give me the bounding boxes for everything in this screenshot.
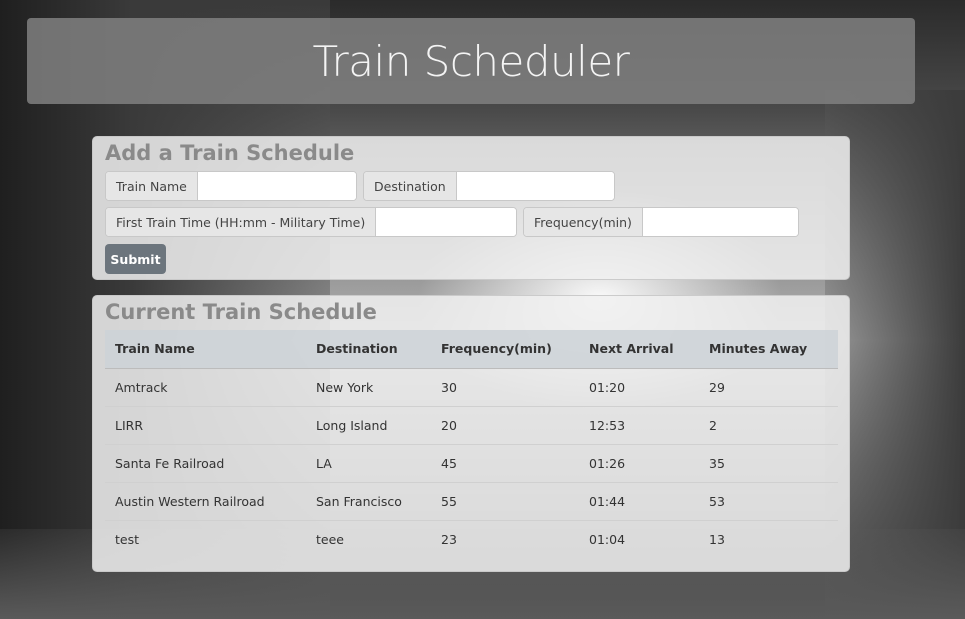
column-header: Train Name bbox=[105, 330, 306, 369]
table-row: LIRR Long Island 20 12:53 2 bbox=[105, 406, 838, 445]
table-cell: 23 bbox=[441, 531, 457, 547]
table-cell: 01:20 bbox=[579, 368, 699, 407]
table-cell: 01:26 bbox=[579, 444, 699, 483]
table-cell: 2 bbox=[699, 406, 838, 445]
table-cell: LIRR bbox=[105, 406, 306, 445]
table-cell: Amtrack bbox=[105, 368, 306, 407]
column-header: Frequency(min) bbox=[431, 330, 579, 369]
frequency-input[interactable] bbox=[642, 208, 798, 236]
table-cell: 13 bbox=[709, 531, 725, 547]
table-cell: Long Island bbox=[306, 406, 431, 445]
table-cell: 53 bbox=[699, 482, 838, 521]
column-header: Minutes Away bbox=[699, 330, 838, 369]
frequency-label: Frequency(min) bbox=[524, 208, 643, 236]
table-cell: 35 bbox=[699, 444, 838, 483]
destination-input[interactable] bbox=[456, 172, 614, 200]
table-cell: San Francisco bbox=[306, 482, 431, 521]
submit-button[interactable]: Submit bbox=[105, 244, 166, 274]
train-name-group: Train Name bbox=[105, 171, 357, 201]
header-banner: Train Scheduler bbox=[27, 18, 915, 104]
table-cell: New York bbox=[306, 368, 431, 407]
table-cell: LA bbox=[306, 444, 431, 483]
table-cell: teee bbox=[316, 531, 344, 547]
schedule-title: Current Train Schedule bbox=[105, 300, 377, 324]
train-name-input[interactable] bbox=[197, 172, 356, 200]
table-row: Santa Fe Railroad LA 45 01:26 35 bbox=[105, 444, 838, 483]
table-cell: 55 bbox=[431, 482, 579, 521]
table-cell: test bbox=[115, 531, 140, 547]
column-header: Next Arrival bbox=[579, 330, 699, 369]
column-header: Destination bbox=[306, 330, 431, 369]
train-schedule-card: Current Train Schedule Train Name Destin… bbox=[92, 295, 850, 572]
page-title: Train Scheduler bbox=[312, 36, 630, 86]
add-train-title: Add a Train Schedule bbox=[105, 141, 355, 165]
table-cell: 20 bbox=[431, 406, 579, 445]
table-cell: 12:53 bbox=[579, 406, 699, 445]
table-row: test teee 23 01:04 13 bbox=[105, 520, 838, 558]
table-cell: 01:44 bbox=[579, 482, 699, 521]
add-train-card: Add a Train Schedule Train Name Destinat… bbox=[92, 136, 850, 280]
first-time-group: First Train Time (HH:mm - Military Time) bbox=[105, 207, 517, 237]
train-name-label: Train Name bbox=[106, 172, 198, 200]
schedule-table: Train Name Destination Frequency(min) Ne… bbox=[105, 330, 838, 558]
table-cell: 01:04 bbox=[589, 531, 626, 547]
table-cell: 29 bbox=[699, 368, 838, 407]
destination-group: Destination bbox=[363, 171, 615, 201]
table-cell: 45 bbox=[431, 444, 579, 483]
destination-label: Destination bbox=[364, 172, 457, 200]
table-cell: 30 bbox=[431, 368, 579, 407]
frequency-group: Frequency(min) bbox=[523, 207, 799, 237]
table-row: Amtrack New York 30 01:20 29 bbox=[105, 368, 838, 407]
table-cell: Santa Fe Railroad bbox=[105, 444, 306, 483]
table-row: Austin Western Railroad San Francisco 55… bbox=[105, 482, 838, 521]
first-time-input[interactable] bbox=[376, 208, 516, 236]
table-header-row: Train Name Destination Frequency(min) Ne… bbox=[105, 330, 838, 369]
first-time-label: First Train Time (HH:mm - Military Time) bbox=[106, 208, 377, 236]
table-cell: Austin Western Railroad bbox=[105, 482, 306, 521]
